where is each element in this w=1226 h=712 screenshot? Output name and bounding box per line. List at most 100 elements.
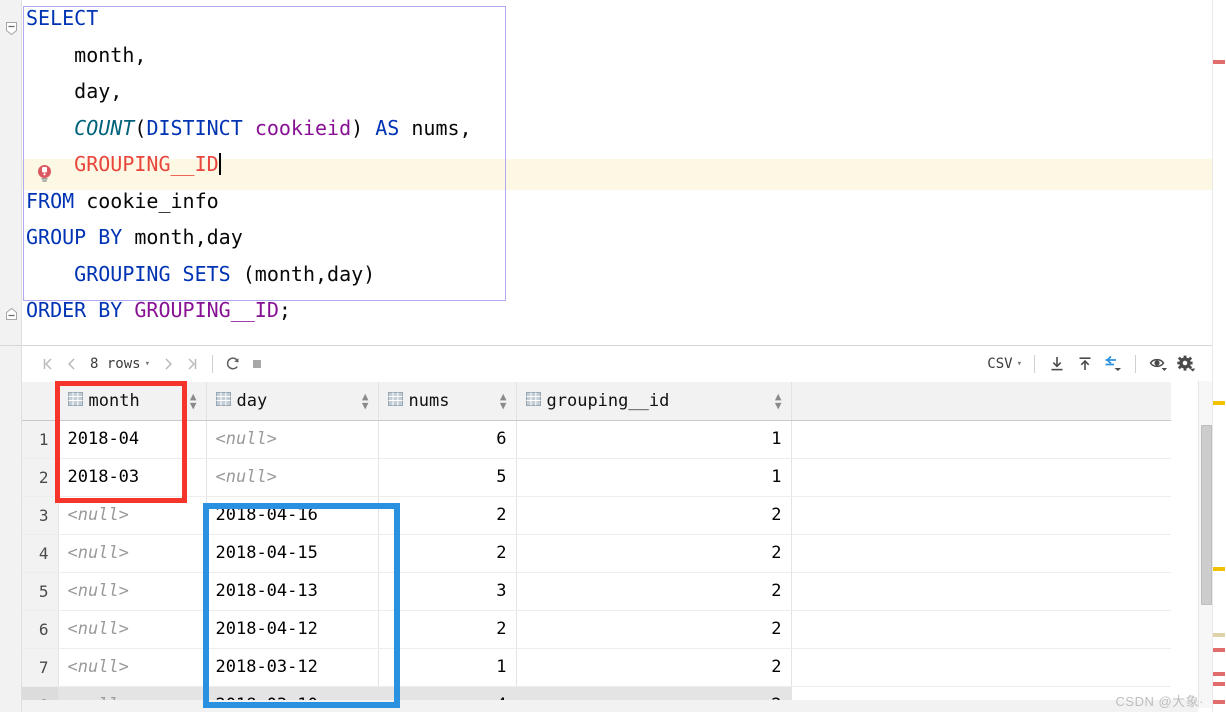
cell-month[interactable]: 2018-04	[58, 420, 207, 459]
token-kw: DISTINCT	[146, 115, 243, 140]
fold-end-icon[interactable]	[6, 308, 17, 320]
cell-grouping__id[interactable]: 1	[516, 458, 792, 497]
prev-page-icon[interactable]	[60, 352, 84, 376]
code-line-9[interactable]: ORDER BY GROUPING__ID;	[22, 292, 1226, 329]
code-line-7[interactable]: GROUP BY month,day	[22, 219, 1226, 256]
scrollbar-thumb[interactable]	[1201, 425, 1212, 605]
column-header-day[interactable]: day ▲ ▼	[206, 382, 379, 421]
cell-nums[interactable]: 2	[378, 610, 517, 649]
cell-grouping__id[interactable]: 1	[516, 420, 792, 459]
first-page-icon[interactable]	[36, 352, 60, 376]
code-line-4[interactable]: COUNT(DISTINCT cookieid) AS nums,	[22, 110, 1226, 147]
cell-grouping__id[interactable]: 2	[516, 572, 792, 611]
refresh-icon[interactable]	[221, 352, 245, 376]
cell-nums[interactable]: 5	[378, 458, 517, 497]
horizontal-scrollbar[interactable]	[22, 700, 1198, 712]
column-table-icon	[215, 391, 231, 411]
table-row[interactable]: 4 <null> 2018-04-15 2 2	[22, 534, 1171, 573]
table-body[interactable]: 1 2018-04 <null> 6 1 2 2018-03 <null> 5 1 3 <null> 2…	[22, 420, 1171, 712]
column-label-nums: nums	[408, 390, 450, 411]
cell-month[interactable]: <null>	[58, 534, 207, 573]
gutter-marker[interactable]	[1213, 700, 1225, 704]
eye-icon[interactable]	[1144, 351, 1172, 377]
cell-month[interactable]: <null>	[58, 648, 207, 687]
column-table-icon	[387, 391, 403, 411]
table-row[interactable]: 2 2018-03 <null> 5 1	[22, 458, 1171, 497]
cell-day[interactable]: 2018-04-13	[206, 572, 379, 611]
cell-day[interactable]: 2018-04-15	[206, 534, 379, 573]
grid-vertical-scrollbar[interactable]	[1198, 381, 1212, 708]
gutter-marker[interactable]	[1213, 682, 1225, 686]
sort-arrows-icon[interactable]: ▲ ▼	[775, 391, 782, 411]
cell-nums[interactable]: 2	[378, 534, 517, 573]
table-row[interactable]: 1 2018-04 <null> 6 1	[22, 420, 1171, 459]
table-row[interactable]: 3 <null> 2018-04-16 2 2	[22, 496, 1171, 535]
sort-arrows-icon[interactable]: ▲ ▼	[500, 391, 507, 411]
code-line-5[interactable]: GROUPING__ID	[22, 146, 1226, 183]
token-pl: month,	[26, 42, 147, 67]
fold-collapse-icon[interactable]	[6, 22, 17, 35]
cell-month[interactable]: <null>	[58, 610, 207, 649]
cell-grouping__id[interactable]: 2	[516, 496, 792, 535]
code-line-2[interactable]: month,	[22, 37, 1226, 74]
cell-day[interactable]: <null>	[206, 420, 379, 459]
cell-grouping__id[interactable]: 2	[516, 648, 792, 687]
column-table-icon	[67, 391, 83, 411]
cell-grouping__id[interactable]: 2	[516, 610, 792, 649]
code-line-8[interactable]: GROUPING SETS (month,day)	[22, 256, 1226, 293]
null-value: <null>	[67, 581, 129, 601]
query-results-panel[interactable]: 8 rows ▾ CSV ▾ month ▲ ▼ day ▲ ▼ nums ▲ …	[0, 345, 1212, 712]
column-header-month[interactable]: month ▲ ▼	[58, 382, 207, 421]
column-table-icon	[525, 391, 541, 411]
code-content[interactable]: SELECT month, day, COUNT(DISTINCT cookie…	[22, 0, 1226, 345]
gutter-marker[interactable]	[1213, 567, 1225, 571]
gear-icon[interactable]	[1172, 351, 1200, 377]
results-grid[interactable]: month ▲ ▼ day ▲ ▼ nums ▲ ▼ grouping__id …	[22, 382, 1212, 712]
gutter-marker[interactable]	[1213, 401, 1225, 405]
error-marker-gutter[interactable]	[1212, 0, 1226, 712]
code-line-3[interactable]: day,	[22, 73, 1226, 110]
data-transfer-icon[interactable]	[1099, 351, 1127, 377]
column-header-grouping-id[interactable]: grouping__id ▲ ▼	[516, 382, 792, 421]
rows-count-dropdown[interactable]: 8 rows ▾	[84, 356, 156, 372]
table-row[interactable]: 7 <null> 2018-03-12 1 2	[22, 648, 1171, 687]
code-line-1[interactable]: SELECT	[22, 0, 1226, 37]
gutter-marker[interactable]	[1213, 648, 1225, 652]
row-number-header	[22, 382, 59, 421]
cell-nums[interactable]: 6	[378, 420, 517, 459]
results-table[interactable]: month ▲ ▼ day ▲ ▼ nums ▲ ▼ grouping__id …	[22, 382, 1171, 712]
upload-icon[interactable]	[1071, 351, 1099, 377]
gutter-marker[interactable]	[1213, 633, 1225, 637]
stop-icon[interactable]	[245, 352, 269, 376]
last-page-icon[interactable]	[180, 352, 204, 376]
download-icon[interactable]	[1043, 351, 1071, 377]
null-value: <null>	[215, 429, 277, 449]
cell-month[interactable]: 2018-03	[58, 458, 207, 497]
gutter-marker[interactable]	[1213, 672, 1225, 676]
sort-arrows-icon[interactable]: ▲ ▼	[190, 391, 197, 411]
table-row[interactable]: 6 <null> 2018-04-12 2 2	[22, 610, 1171, 649]
cell-day[interactable]: 2018-04-12	[206, 610, 379, 649]
table-row[interactable]: 5 <null> 2018-04-13 3 2	[22, 572, 1171, 611]
cell-nums[interactable]: 3	[378, 572, 517, 611]
null-value: <null>	[215, 467, 277, 487]
cell-nums[interactable]: 2	[378, 496, 517, 535]
cell-month[interactable]: <null>	[58, 496, 207, 535]
next-page-icon[interactable]	[156, 352, 180, 376]
export-format-dropdown[interactable]: CSV ▾	[987, 356, 1022, 372]
code-line-6[interactable]: FROM cookie_info	[22, 183, 1226, 220]
cell-day[interactable]: 2018-04-16	[206, 496, 379, 535]
results-toolbar[interactable]: 8 rows ▾ CSV ▾	[22, 346, 1212, 382]
row-number: 1	[22, 420, 59, 459]
cell-month[interactable]: <null>	[58, 572, 207, 611]
sort-arrows-icon[interactable]: ▲ ▼	[362, 391, 369, 411]
column-header-nums[interactable]: nums ▲ ▼	[378, 382, 517, 421]
cell-nums[interactable]: 1	[378, 648, 517, 687]
sql-editor[interactable]: SELECT month, day, COUNT(DISTINCT cookie…	[0, 0, 1226, 345]
cell-day[interactable]: <null>	[206, 458, 379, 497]
cell-day[interactable]: 2018-03-12	[206, 648, 379, 687]
gutter-marker[interactable]	[1213, 60, 1225, 64]
row-number: 5	[22, 572, 59, 611]
cell-grouping__id[interactable]: 2	[516, 534, 792, 573]
